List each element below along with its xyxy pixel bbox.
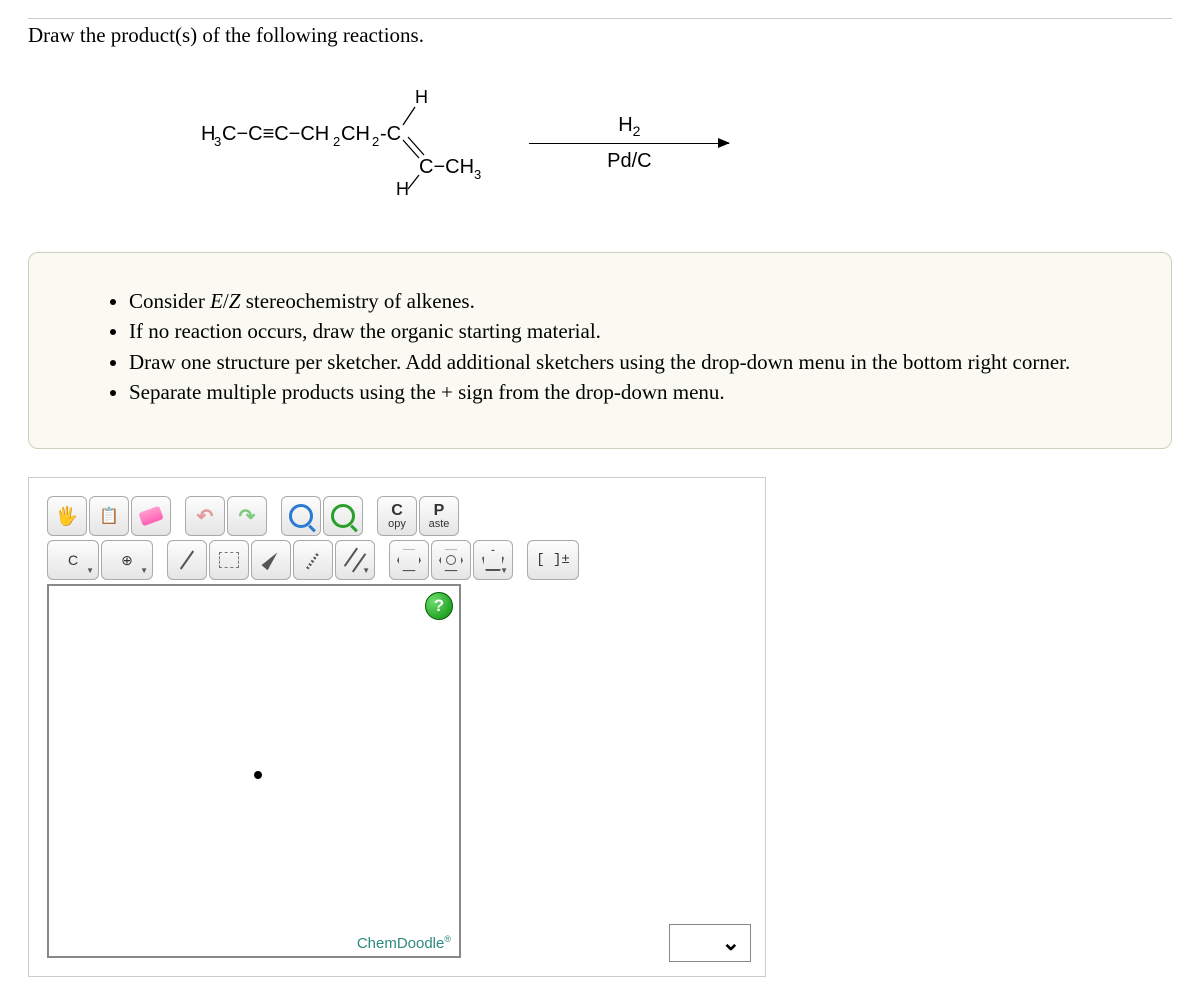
reaction-arrow — [529, 143, 729, 144]
pentagon-icon — [482, 549, 504, 571]
hand-tool[interactable]: 🖐️ — [47, 496, 87, 536]
undo-button[interactable]: ↶ — [185, 496, 225, 536]
ring-picker[interactable] — [473, 540, 513, 580]
template-tool[interactable]: 📋 — [89, 496, 129, 536]
paste-label-small: aste — [429, 519, 450, 530]
element-picker[interactable]: C — [47, 540, 99, 580]
instruction-item: Draw one structure per sketcher. Add add… — [129, 348, 1131, 376]
zoom-in-button[interactable] — [281, 496, 321, 536]
benzene-tool[interactable] — [431, 540, 471, 580]
marquee-icon — [219, 552, 239, 568]
eraser-tool[interactable] — [131, 496, 171, 536]
toolbar-row-2: C ⊕ [ ]± — [47, 540, 747, 580]
wedge-solid-tool[interactable] — [251, 540, 291, 580]
svg-text:H: H — [396, 179, 409, 195]
add-icon: ⊕ — [121, 552, 133, 569]
wedge-hash-icon — [306, 551, 320, 569]
canvas-start-atom[interactable] — [254, 771, 262, 779]
svg-text:3: 3 — [214, 134, 221, 149]
copy-label-small: opy — [388, 519, 406, 530]
cyclohexane-tool[interactable] — [389, 540, 429, 580]
double-bond-icon — [344, 548, 366, 573]
single-bond-tool[interactable] — [167, 540, 207, 580]
add-picker[interactable]: ⊕ — [101, 540, 153, 580]
svg-text:2: 2 — [333, 134, 340, 149]
zoom-out-icon — [331, 504, 355, 528]
charge-icon: [ ]± — [536, 552, 570, 568]
multi-bond-tool[interactable] — [335, 540, 375, 580]
reaction-conditions: H2 Pd/C — [529, 114, 729, 173]
sketcher-canvas[interactable]: ? ChemDoodle® — [47, 584, 461, 958]
eraser-icon — [138, 506, 163, 527]
question-prompt: Draw the product(s) of the following rea… — [28, 18, 1172, 48]
reaction-scheme: H 3 C−C≡C−CH 2 CH 2 -C H C−CH 3 H — [168, 62, 1172, 224]
sketcher-panel: 🖐️ 📋 ↶ ↷ Copy Paste — [28, 477, 766, 977]
svg-text:C−C≡C−CH: C−C≡C−CH — [222, 123, 329, 145]
instruction-item: Separate multiple products using the + s… — [129, 378, 1131, 406]
element-label: C — [68, 552, 78, 568]
copy-label-big: C — [391, 503, 403, 519]
wedge-solid-icon — [262, 550, 281, 570]
brand-label: ChemDoodle® — [357, 934, 451, 952]
wedge-hash-tool[interactable] — [293, 540, 333, 580]
copy-button[interactable]: Copy — [377, 496, 417, 536]
zoom-out-button[interactable] — [323, 496, 363, 536]
help-button[interactable]: ? — [425, 592, 453, 620]
undo-icon: ↶ — [197, 504, 214, 529]
hexagon-icon — [397, 548, 421, 572]
document-icon: 📋 — [99, 506, 119, 526]
svg-text:H: H — [415, 87, 428, 107]
reagent-top: H2 — [618, 114, 640, 139]
instruction-item: Consider E/Z stereochemistry of alkenes. — [129, 287, 1131, 315]
svg-text:-C: -C — [380, 123, 401, 145]
svg-text:CH: CH — [341, 123, 370, 145]
redo-button[interactable]: ↷ — [227, 496, 267, 536]
reactant-structure: H 3 C−C≡C−CH 2 CH 2 -C H C−CH 3 H — [168, 62, 481, 224]
instructions-panel: Consider E/Z stereochemistry of alkenes.… — [28, 252, 1172, 449]
svg-text:3: 3 — [474, 167, 481, 182]
instruction-item: If no reaction occurs, draw the organic … — [129, 317, 1131, 345]
svg-text:C−CH: C−CH — [419, 156, 474, 178]
single-bond-icon — [180, 551, 194, 570]
toolbar-row-1: 🖐️ 📋 ↶ ↷ Copy Paste — [47, 496, 747, 536]
paste-button[interactable]: Paste — [419, 496, 459, 536]
hand-icon: 🖐️ — [56, 506, 78, 527]
reagent-bottom: Pd/C — [607, 150, 651, 173]
paste-label-big: P — [434, 503, 445, 519]
svg-text:2: 2 — [372, 134, 379, 149]
add-sketcher-dropdown[interactable] — [669, 924, 751, 962]
marquee-tool[interactable] — [209, 540, 249, 580]
redo-icon: ↷ — [239, 504, 256, 529]
charge-tool[interactable]: [ ]± — [527, 540, 579, 580]
benzene-icon — [439, 548, 463, 572]
zoom-in-icon — [289, 504, 313, 528]
